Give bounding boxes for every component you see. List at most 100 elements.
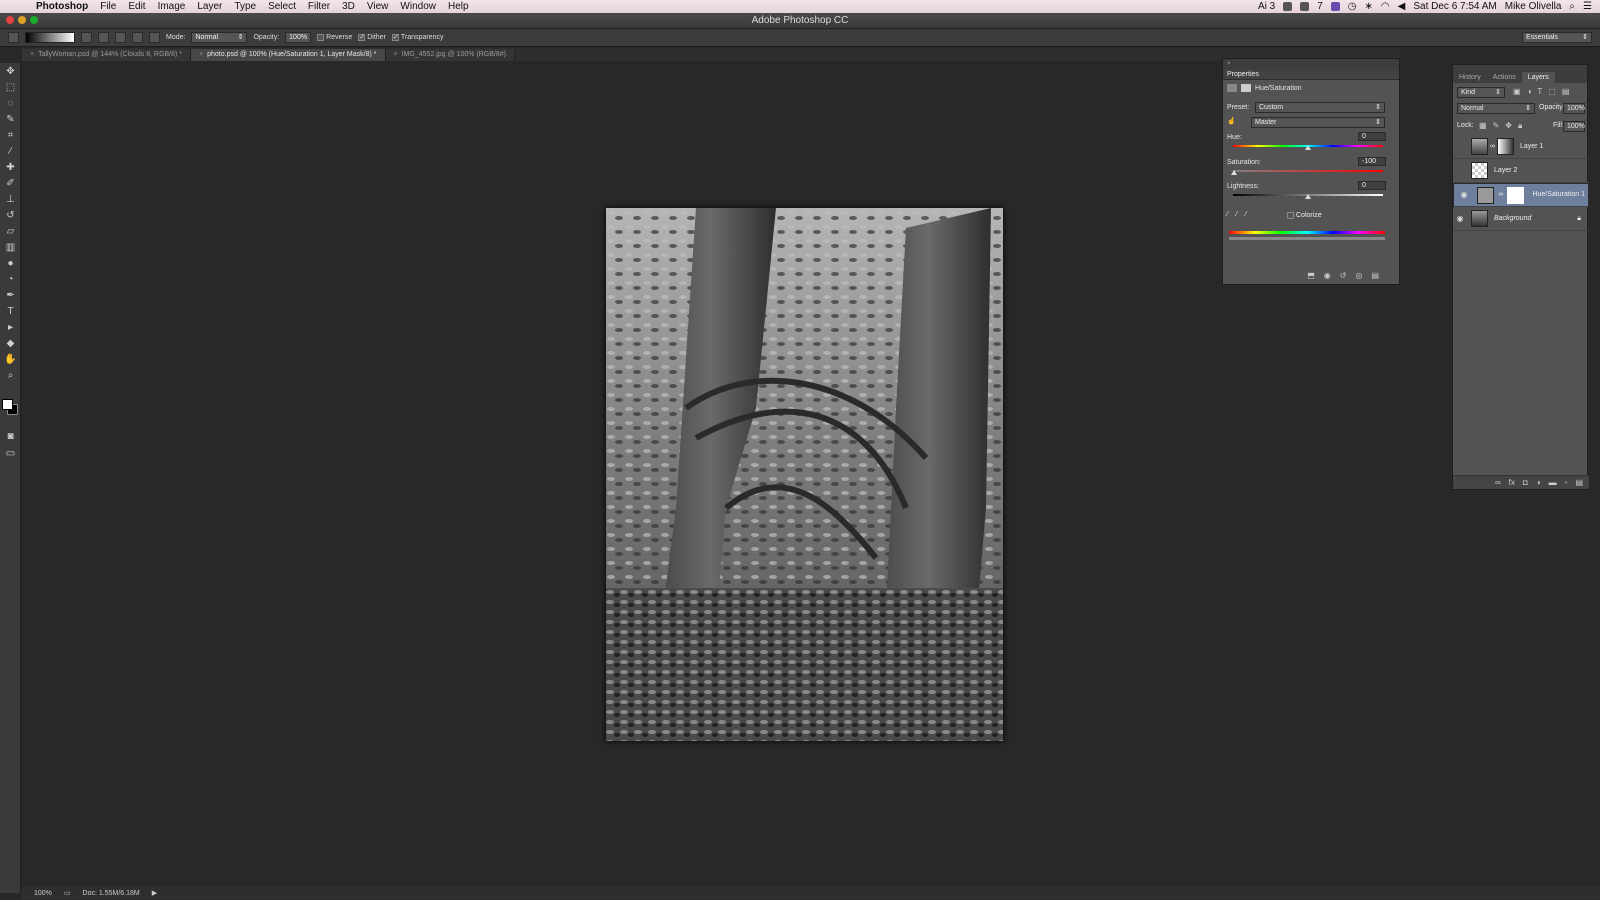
time-machine-icon[interactable]: ◷ [1348, 1, 1357, 12]
filter-smart-object-icon[interactable]: ▤ [1562, 87, 1570, 96]
link-layers-icon[interactable]: ∞ [1495, 478, 1501, 487]
lightness-input[interactable]: 0 [1358, 181, 1386, 190]
forest-photo[interactable] [606, 208, 1003, 741]
panel-header[interactable]: × [1223, 59, 1399, 69]
type-tool-icon[interactable]: T [0, 303, 21, 319]
brush-tool-icon[interactable]: ✐ [0, 175, 21, 191]
close-window-button[interactable] [6, 16, 14, 24]
menu-select[interactable]: Select [262, 0, 302, 13]
dodge-tool-icon[interactable]: ◔ [0, 271, 21, 287]
hand-tool-icon[interactable]: ✋ [0, 351, 21, 367]
layer-opacity-input[interactable]: 100% [1563, 103, 1585, 114]
eyedropper-icon[interactable]: ⁄ [1227, 211, 1228, 218]
quick-select-tool-icon[interactable]: ✎ [0, 111, 21, 127]
tab-layers[interactable]: Layers [1521, 72, 1555, 83]
lightness-slider-thumb[interactable] [1305, 194, 1311, 199]
filter-type-icon[interactable]: T [1537, 87, 1542, 96]
mode-select[interactable]: Normal ⇕ [191, 32, 248, 43]
dropbox-icon[interactable] [1283, 2, 1293, 11]
lock-transparent-icon[interactable]: ▦ [1479, 121, 1487, 131]
layer-name[interactable]: Layer 2 [1494, 167, 1517, 174]
clip-to-layer-icon[interactable]: ⬒ [1307, 271, 1315, 280]
tab-actions[interactable]: Actions [1487, 72, 1522, 83]
zoom-level[interactable]: 100% [34, 890, 52, 897]
eye-icon[interactable]: ◉ [1457, 190, 1471, 200]
minimize-window-button[interactable] [18, 16, 26, 24]
spotlight-icon[interactable]: ⌕ [1569, 1, 1575, 12]
wifi-icon[interactable]: ◠ [1381, 1, 1390, 12]
linear-gradient-button[interactable] [81, 32, 92, 43]
channel-select[interactable]: Master ⇕ [1251, 117, 1385, 128]
drive-icon[interactable] [1300, 2, 1310, 11]
fx-icon[interactable]: fx [1509, 478, 1515, 487]
layer-row-hue-saturation-1[interactable]: ◉ ∞ Hue/Saturation 1 [1453, 183, 1589, 207]
menu-3d[interactable]: 3D [336, 0, 361, 13]
notification-icon[interactable]: ☰ [1583, 1, 1592, 12]
menu-layer[interactable]: Layer [191, 0, 228, 13]
saturation-input[interactable]: -100 [1358, 157, 1386, 166]
view-previous-icon[interactable]: ◉ [1324, 271, 1331, 280]
trash-icon[interactable]: ▤ [1371, 271, 1379, 280]
transparency-checkbox[interactable]: ✓ Transparency [391, 34, 443, 41]
screen-mode-icon[interactable]: ▭ [0, 445, 21, 461]
move-tool-icon[interactable]: ✥ [0, 63, 21, 79]
menu-image[interactable]: Image [152, 0, 192, 13]
angle-gradient-button[interactable] [115, 32, 126, 43]
foreground-color-swatch[interactable] [2, 399, 13, 410]
radial-gradient-button[interactable] [98, 32, 109, 43]
clone-stamp-tool-icon[interactable]: ⊥ [0, 191, 21, 207]
menu-view[interactable]: View [361, 0, 395, 13]
tab-img-4552[interactable]: × IMG_4552.jpg @ 100% (RGB/8#) [385, 49, 515, 61]
fill-input[interactable]: 100% [1563, 121, 1585, 132]
colorize-checkbox[interactable]: Colorize [1287, 212, 1322, 219]
new-group-icon[interactable]: ▬ [1549, 478, 1557, 487]
path-selection-tool-icon[interactable]: ▸ [0, 319, 21, 335]
close-icon[interactable]: × [30, 51, 34, 58]
layer-mask-thumbnail[interactable] [1507, 186, 1525, 204]
add-mask-icon[interactable]: ◘ [1523, 478, 1528, 487]
quick-mask-icon[interactable]: ◙ [0, 428, 21, 444]
crop-tool-icon[interactable]: ⌗ [0, 127, 21, 143]
filter-shape-icon[interactable]: ⬚ [1548, 87, 1556, 96]
layer-mask-thumbnail[interactable] [1497, 138, 1514, 155]
menu-file[interactable]: File [94, 0, 122, 13]
menu-window[interactable]: Window [394, 0, 442, 13]
clock[interactable]: Sat Dec 6 7:54 AM [1413, 1, 1496, 12]
cc-icon[interactable]: 7 [1317, 1, 1323, 12]
workspace-select[interactable]: Essentials ⇕ [1522, 32, 1592, 43]
saturation-slider-thumb[interactable] [1231, 170, 1237, 175]
menu-help[interactable]: Help [442, 0, 475, 13]
layer-row-layer-1[interactable]: ∞ Layer 1 [1453, 135, 1589, 159]
blend-mode-select[interactable]: Normal ⇕ [1457, 103, 1535, 114]
filter-adjustment-icon[interactable]: ◑ [1527, 87, 1532, 96]
healing-brush-tool-icon[interactable]: ✚ [0, 159, 21, 175]
pen-tool-icon[interactable]: ✒ [0, 287, 21, 303]
marquee-tool-icon[interactable]: ⬚ [0, 79, 21, 95]
lock-pixels-icon[interactable]: ✎ [1493, 121, 1500, 131]
gradient-tool-preset-icon[interactable] [8, 32, 19, 43]
new-adjustment-icon[interactable]: ◑ [1536, 478, 1541, 487]
visibility-icon[interactable]: ◎ [1355, 271, 1362, 280]
volume-icon[interactable]: ◀ [1398, 1, 1406, 12]
lock-all-icon[interactable]: 🔒︎ [1518, 121, 1522, 131]
lock-position-icon[interactable]: ✥ [1505, 121, 1512, 131]
close-icon[interactable]: × [394, 51, 398, 58]
mask-icon[interactable] [1241, 84, 1251, 92]
panel-header[interactable] [1453, 65, 1587, 72]
shape-tool-icon[interactable]: ◆ [0, 335, 21, 351]
tab-photo[interactable]: × photo.psd @ 100% (Hue/Saturation 1, Lay… [191, 49, 386, 61]
reset-icon[interactable]: ↺ [1340, 271, 1347, 280]
layer-name[interactable]: Hue/Saturation 1 [1532, 190, 1585, 200]
tab-history[interactable]: History [1453, 72, 1487, 83]
saturation-slider[interactable] [1233, 170, 1383, 172]
user-menu[interactable]: Mike Olivella [1505, 1, 1562, 12]
preset-select[interactable]: Custom ⇕ [1255, 102, 1385, 113]
eyedropper-plus-icon[interactable]: ⁄ [1236, 211, 1237, 218]
filter-pixel-icon[interactable]: ▣ [1513, 87, 1521, 96]
reflected-gradient-button[interactable] [132, 32, 143, 43]
layer-row-background[interactable]: ◉ Background 🔒︎ [1453, 207, 1589, 231]
new-layer-icon[interactable]: ▫ [1565, 478, 1568, 487]
status-menu-arrow-icon[interactable]: ▶ [152, 889, 157, 897]
eyedropper-tool-icon[interactable]: ⁄ [0, 143, 21, 159]
diamond-gradient-button[interactable] [149, 32, 160, 43]
